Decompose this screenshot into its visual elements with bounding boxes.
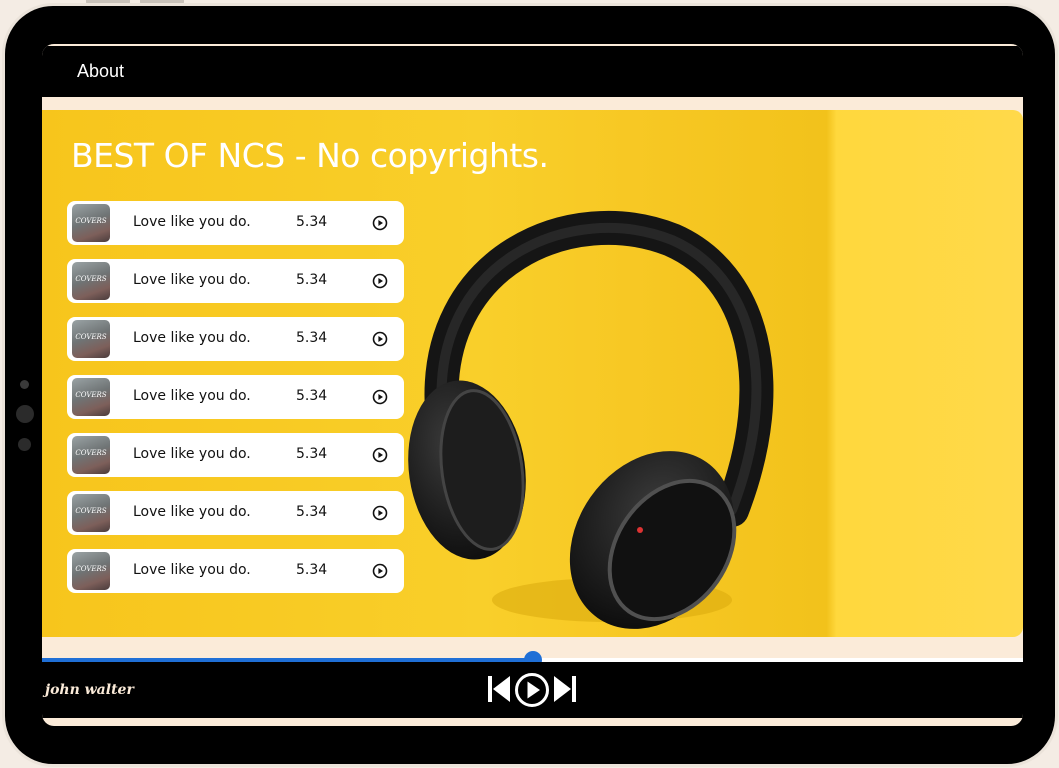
window-tab-indicator <box>86 0 130 4</box>
song-item[interactable]: COVERS Love like you do. 5.34 <box>67 375 404 419</box>
album-cover: COVERS <box>72 204 110 242</box>
song-duration: 5.34 <box>296 446 328 462</box>
song-duration: 5.34 <box>296 388 328 404</box>
headphones-image <box>408 210 774 629</box>
song-title: Love like you do. <box>133 272 251 288</box>
cover-text: COVERS <box>75 391 107 399</box>
nav-link-about[interactable]: About <box>77 61 124 82</box>
song-duration: 5.34 <box>296 272 328 288</box>
artist-name: john walter <box>45 682 134 698</box>
song-title: Love like you do. <box>133 214 251 230</box>
song-title: Love like you do. <box>133 388 251 404</box>
song-item[interactable]: COVERS Love like you do. 5.34 <box>67 259 404 303</box>
song-duration: 5.34 <box>296 330 328 346</box>
hero-banner: BEST OF NCS - No copyrights. COVERS Love… <box>42 110 1023 637</box>
song-item[interactable]: COVERS Love like you do. 5.34 <box>67 433 404 477</box>
skip-forward-icon[interactable] <box>553 674 577 704</box>
player-controls: john walter <box>42 662 1023 718</box>
play-circle-icon[interactable] <box>372 563 388 579</box>
song-duration: 5.34 <box>296 504 328 520</box>
song-item[interactable]: COVERS Love like you do. 5.34 <box>67 201 404 245</box>
song-list: COVERS Love like you do. 5.34 COVERS Lov… <box>67 201 404 607</box>
cover-text: COVERS <box>75 275 107 283</box>
album-cover: COVERS <box>72 552 110 590</box>
song-duration: 5.34 <box>296 562 328 578</box>
cover-text: COVERS <box>75 217 107 225</box>
cover-text: COVERS <box>75 333 107 341</box>
album-cover: COVERS <box>72 378 110 416</box>
song-item[interactable]: COVERS Love like you do. 5.34 <box>67 491 404 535</box>
album-cover: COVERS <box>72 494 110 532</box>
play-circle-icon[interactable] <box>372 389 388 405</box>
album-cover: COVERS <box>72 436 110 474</box>
album-cover: COVERS <box>72 320 110 358</box>
song-item[interactable]: COVERS Love like you do. 5.34 <box>67 317 404 361</box>
camera-dot <box>20 380 29 389</box>
play-circle-icon[interactable] <box>372 215 388 231</box>
cover-text: COVERS <box>75 449 107 457</box>
play-circle-icon[interactable] <box>372 331 388 347</box>
skip-back-icon[interactable] <box>487 674 511 704</box>
play-circle-icon[interactable] <box>372 505 388 521</box>
album-cover: COVERS <box>72 262 110 300</box>
song-title: Love like you do. <box>133 562 251 578</box>
navbar: About <box>42 44 1023 97</box>
cover-text: COVERS <box>75 507 107 515</box>
page-title: BEST OF NCS - No copyrights. <box>71 136 549 175</box>
home-button[interactable] <box>16 405 34 423</box>
window-tab-indicator <box>140 0 184 4</box>
play-circle-icon[interactable] <box>514 672 550 708</box>
song-title: Love like you do. <box>133 330 251 346</box>
song-item[interactable]: COVERS Love like you do. 5.34 <box>67 549 404 593</box>
song-duration: 5.34 <box>296 214 328 230</box>
play-circle-icon[interactable] <box>372 447 388 463</box>
song-title: Love like you do. <box>133 504 251 520</box>
song-title: Love like you do. <box>133 446 251 462</box>
tablet-screen: About BEST OF NCS - No copyrights. COVER… <box>42 44 1023 726</box>
play-circle-icon[interactable] <box>372 273 388 289</box>
sensor-dot <box>18 438 31 451</box>
cover-text: COVERS <box>75 565 107 573</box>
